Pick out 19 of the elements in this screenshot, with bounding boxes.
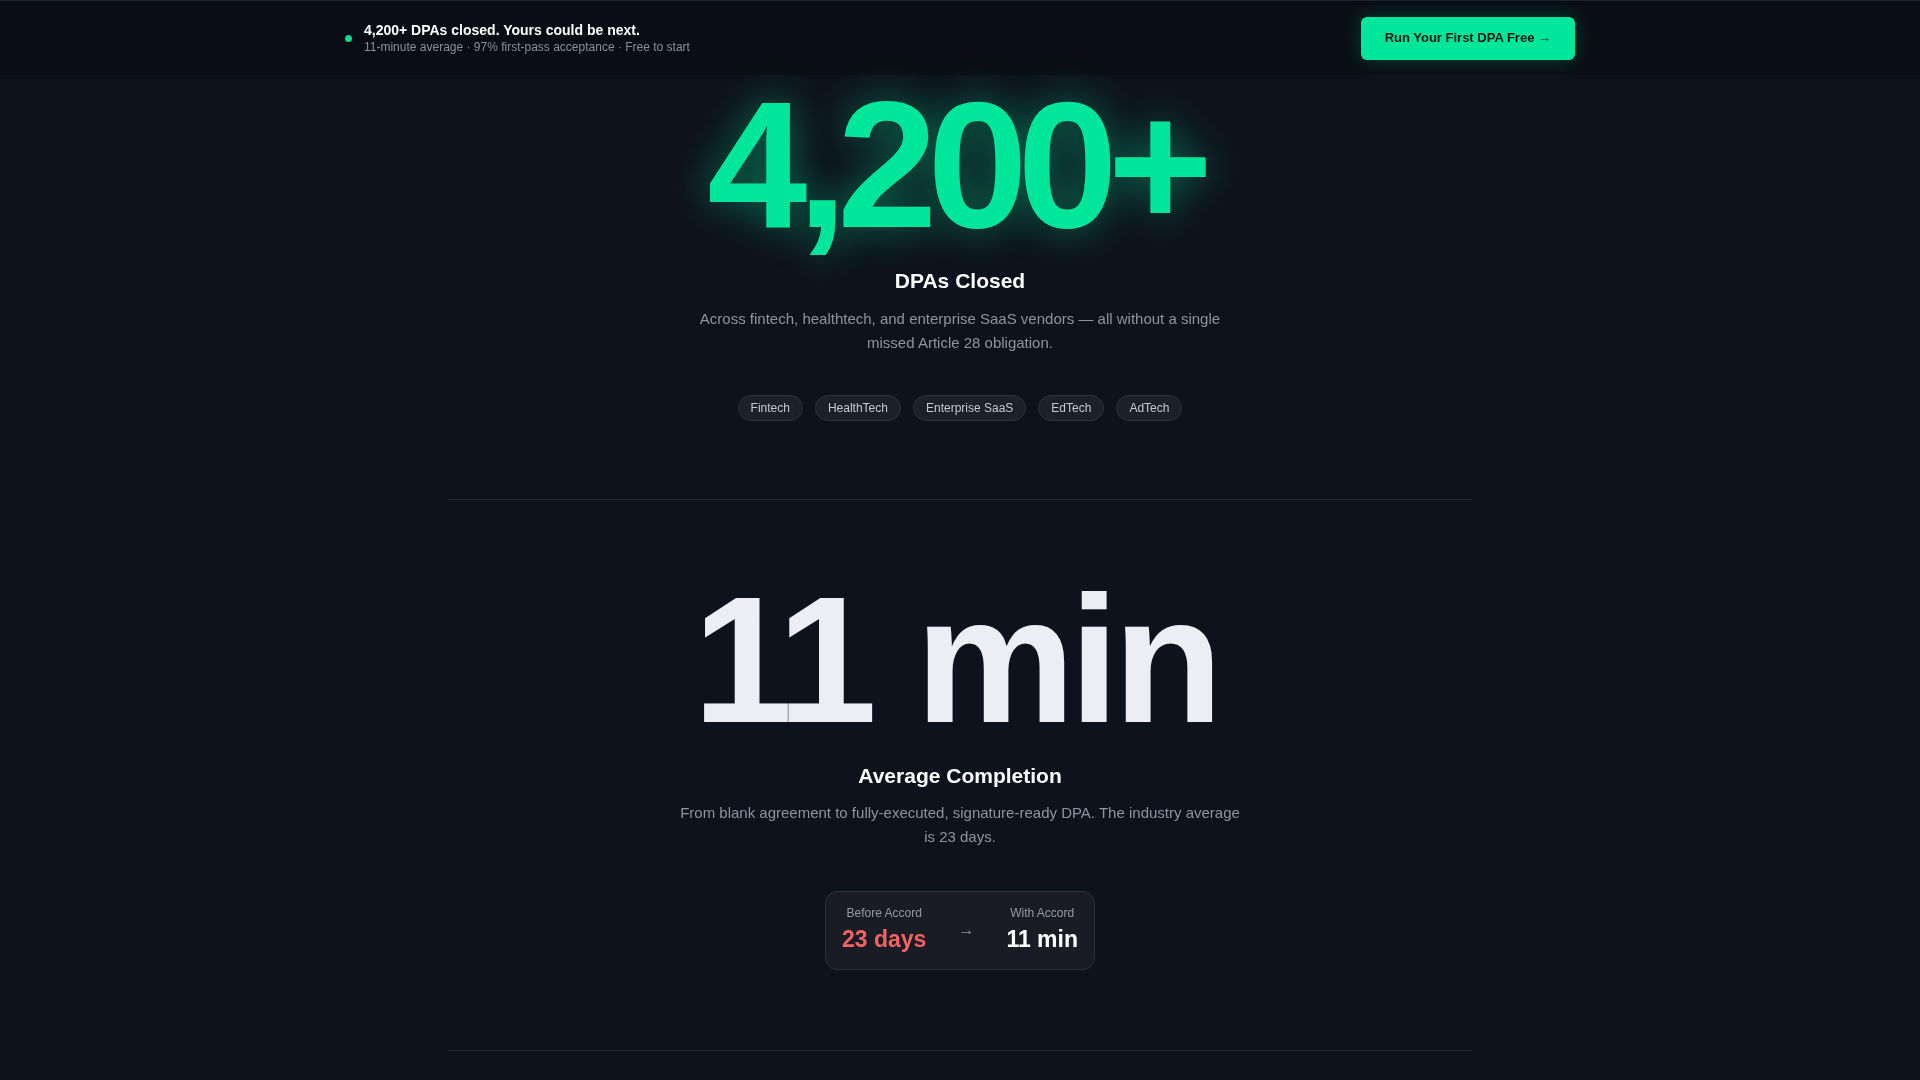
banner-headline: 4,200+ DPAs closed. Yours could be next.: [364, 21, 641, 39]
banner-subline: 11-minute average · 97% first-pass acceptance · Free to start: [364, 39, 690, 55]
arrow-text: →: [958, 920, 975, 941]
stat-label: Average Completion: [858, 762, 1062, 789]
before-value: 23 days: [842, 925, 927, 954]
industry-tag: Enterprise SaaS: [912, 394, 1027, 421]
after-value: 11 min: [1006, 925, 1078, 954]
stat-value: 11 min: [692, 559, 1219, 760]
stat-label: DPAs Closed: [894, 268, 1026, 294]
industry-tag: HealthTech: [814, 394, 901, 421]
industry-tag: EdTech: [1038, 394, 1105, 421]
after-label: With Accord: [1010, 905, 1075, 922]
stat-description: Across fintech, healthtech, and enterprise SaaS vendors — all without a single missed Article 28 obligation.: [698, 308, 1222, 353]
industry-tag: Fintech: [737, 394, 803, 421]
industry-tag: AdTech: [1116, 394, 1183, 421]
stat-value: 4,200+: [707, 65, 1205, 265]
cta-button[interactable]: Run Your First DPA Free →: [1360, 16, 1575, 60]
stat-description: From blank agreement to fully-executed, signature-ready DPA. The industry average is 23 days.: [680, 803, 1240, 847]
before-label: Before Accord: [846, 905, 922, 922]
